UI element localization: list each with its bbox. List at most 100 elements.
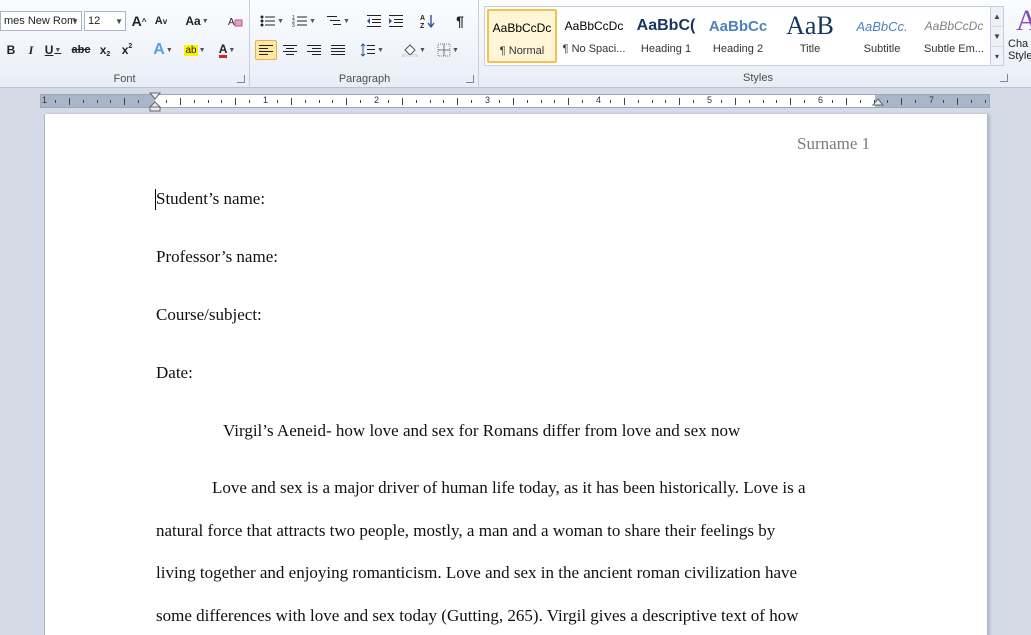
style-no-spacing[interactable]: AaBbCcDc ¶ No Spaci...: [559, 9, 629, 63]
bold-button[interactable]: B: [0, 40, 22, 60]
font-name-combo[interactable]: mes New Rom ▼: [0, 11, 82, 31]
strikethrough-button[interactable]: abc: [70, 40, 92, 60]
bullets-button[interactable]: ▼: [257, 11, 287, 31]
clear-formatting-icon: A: [228, 17, 243, 28]
svg-text:3: 3: [292, 23, 295, 28]
italic-button[interactable]: I: [20, 40, 42, 60]
paragraph-group: ▼ 1 2 3 ▼ ▼ AZ ¶ ▼ ▼ ▼ Paragraph: [251, 0, 479, 88]
right-indent-marker-icon[interactable]: [872, 97, 884, 109]
ruler-tick: [110, 100, 112, 103]
style-subtitle[interactable]: AaBbCc. Subtitle: [847, 9, 917, 63]
body-line: Love and sex is a major driver of human …: [212, 478, 806, 497]
line-spacing-icon: [360, 43, 376, 57]
svg-text:Z: Z: [420, 23, 425, 29]
ruler-tick: [623, 98, 625, 105]
sort-button[interactable]: AZ: [417, 11, 439, 31]
font-color-button[interactable]: A ▼: [212, 40, 242, 60]
numbering-button[interactable]: 1 2 3 ▼: [289, 11, 319, 31]
grow-font-button[interactable]: A ^: [128, 11, 150, 31]
superscript-button[interactable]: x2: [116, 40, 138, 60]
ruler-number: 1: [263, 95, 269, 105]
style-heading-2[interactable]: AaBbCc Heading 2: [703, 9, 773, 63]
ruler-tick: [845, 98, 847, 105]
style-preview: AaBbC(: [636, 17, 696, 34]
ruler-tick: [554, 100, 556, 103]
align-left-button[interactable]: [255, 40, 277, 60]
ruler-tick: [138, 100, 140, 103]
style-name: ¶ Normal: [499, 45, 545, 57]
horizontal-ruler[interactable]: 1 1 2 3 4 5 6 7: [40, 92, 990, 112]
decrease-indent-icon: [367, 15, 381, 27]
ruler-tick: [318, 100, 320, 103]
chevron-down-icon: ▼: [71, 17, 79, 26]
ruler-tick: [762, 100, 764, 103]
align-center-button[interactable]: [279, 40, 301, 60]
shrink-font-button[interactable]: Av: [150, 11, 172, 31]
style-name: Subtle Em...: [924, 43, 984, 55]
show-formatting-marks-button[interactable]: ¶: [449, 11, 471, 31]
borders-button[interactable]: ▼: [433, 40, 463, 60]
ruler-tick: [665, 100, 667, 103]
strikethrough-icon: abc: [71, 44, 91, 56]
essay-title: Virgil’s Aeneid- how love and sex for Ro…: [223, 421, 741, 440]
ruler-tick: [915, 100, 917, 103]
borders-icon: [437, 43, 451, 57]
italic-icon: I: [28, 42, 34, 57]
clear-formatting-button[interactable]: A: [224, 11, 246, 31]
ruler-tick: [859, 100, 861, 103]
ruler-number: 3: [485, 95, 491, 105]
ruler-tick: [804, 100, 806, 103]
style-preview: AaBbCc: [708, 17, 768, 35]
document-page[interactable]: Surname 1 Student’s name: Professor’s na…: [44, 114, 988, 635]
subscript-icon: x: [99, 43, 107, 57]
increase-indent-button[interactable]: [385, 11, 407, 31]
ruler-tick: [332, 100, 334, 103]
styles-gallery-scroller[interactable]: ▲ ▼ ▾: [990, 6, 1004, 66]
course-line: Course/subject:: [156, 305, 262, 324]
chevron-down-icon[interactable]: ▼: [991, 27, 1003, 47]
svg-text:A: A: [228, 17, 235, 28]
ruler-number: 7: [929, 95, 935, 105]
ruler-tick: [512, 98, 514, 105]
change-styles-button[interactable]: A Cha Style: [1008, 4, 1031, 68]
line-spacing-button[interactable]: ▼: [357, 40, 387, 60]
grow-font-icon: A: [131, 13, 142, 29]
justify-button[interactable]: [327, 40, 349, 60]
decrease-indent-button[interactable]: [363, 11, 385, 31]
ruler-tick: [679, 98, 681, 105]
style-normal[interactable]: AaBbCcDc ¶ Normal: [487, 9, 557, 63]
underline-icon: U: [44, 43, 54, 57]
font-group-label: Font: [113, 73, 136, 85]
paragraph-group-label: Paragraph: [338, 73, 391, 85]
subscript-button[interactable]: x2: [94, 40, 116, 60]
body-line: living together and enjoying romanticism…: [156, 563, 798, 582]
dialog-launcher-icon[interactable]: [237, 75, 245, 83]
align-right-button[interactable]: [303, 40, 325, 60]
font-size-combo[interactable]: 12 ▼: [84, 11, 126, 31]
ruler-tick: [304, 100, 306, 103]
ruler-tick: [387, 100, 389, 103]
ruler-number: 4: [596, 95, 602, 105]
multilevel-list-button[interactable]: ▼: [323, 11, 353, 31]
more-icon[interactable]: ▾: [991, 47, 1003, 67]
style-title[interactable]: AaB Title: [775, 9, 845, 63]
dialog-launcher-icon[interactable]: [1000, 74, 1008, 82]
ruler-tick: [540, 100, 542, 103]
style-heading-1[interactable]: AaBbC( Heading 1: [631, 9, 701, 63]
text-effects-icon: A: [153, 41, 165, 58]
underline-button[interactable]: U ▼: [42, 40, 64, 60]
indent-marker-icon[interactable]: [149, 92, 161, 112]
change-styles-label: Cha: [1008, 38, 1029, 50]
shading-button[interactable]: ▼: [399, 40, 429, 60]
ruler-tick: [582, 100, 584, 103]
highlight-button[interactable]: ab ▼: [180, 40, 210, 60]
bullets-icon: [260, 15, 276, 27]
style-subtle-emphasis[interactable]: AaBbCcDc Subtle Em...: [919, 9, 989, 63]
style-preview: AaBbCc.: [856, 18, 908, 34]
change-case-button[interactable]: Aa ▼: [182, 11, 212, 31]
text-effects-button[interactable]: A ▼: [148, 40, 178, 60]
ruler-tick: [207, 100, 209, 103]
dialog-launcher-icon[interactable]: [466, 75, 474, 83]
chevron-up-icon[interactable]: ▲: [991, 7, 1003, 27]
font-color-icon: A: [218, 41, 228, 58]
